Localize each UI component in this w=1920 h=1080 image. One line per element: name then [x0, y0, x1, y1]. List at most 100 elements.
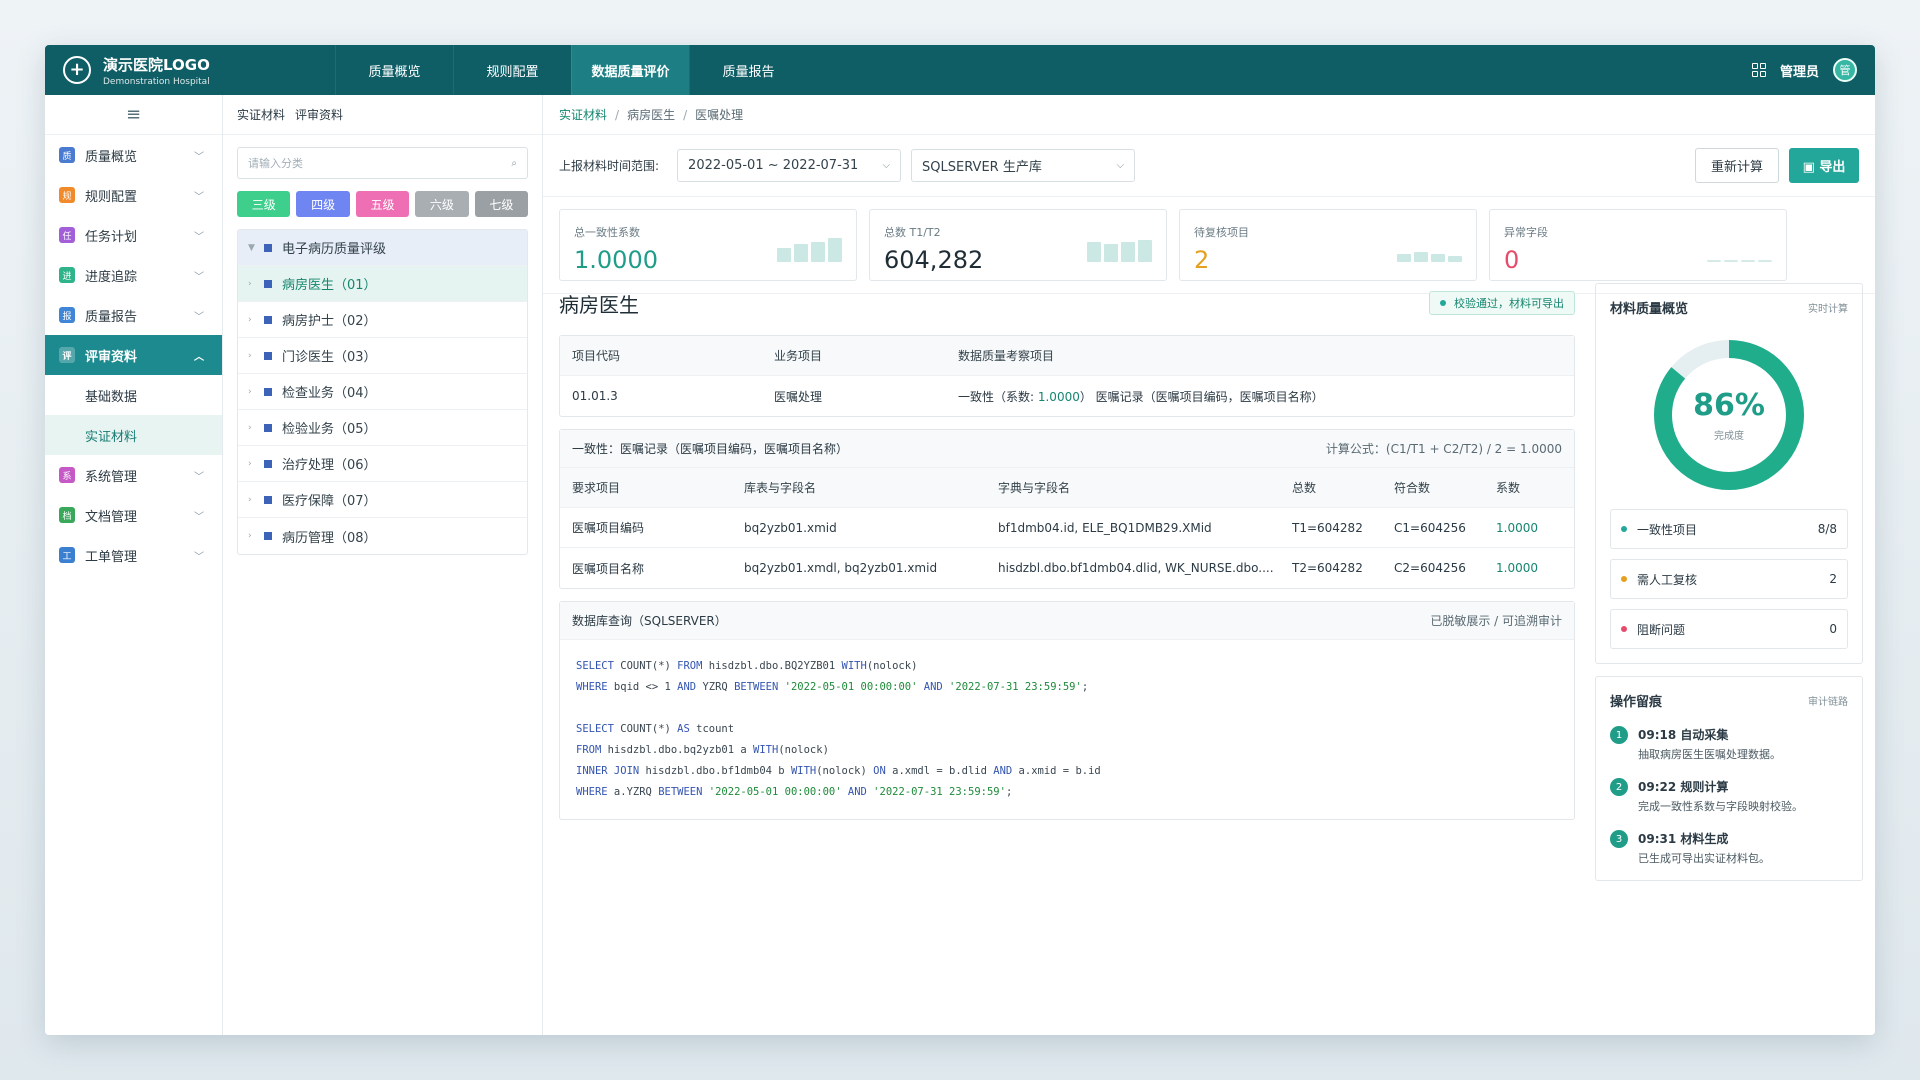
- rule-config-icon: 规: [59, 187, 75, 203]
- sidebar-sub-basic-data[interactable]: 基础数据: [45, 375, 222, 415]
- column-header: 字典与字段名: [998, 481, 1071, 495]
- folder-icon: [264, 315, 272, 324]
- breadcrumb-item[interactable]: 实证材料: [559, 106, 607, 123]
- chevron-down-icon: ﹀: [194, 511, 204, 523]
- overview-item[interactable]: 阻断问题 0: [1610, 609, 1848, 649]
- overview-item[interactable]: 需人工复核 2: [1610, 559, 1848, 599]
- folder-icon: [264, 459, 272, 468]
- consistency-table: 一致性：医嘱记录（医嘱项目编码，医嘱项目名称） 计算公式：(C1/T1 + C2…: [559, 429, 1575, 589]
- sidebar-item-rule-config[interactable]: 规规则配置 ﹀: [45, 175, 222, 215]
- chevron-right-icon[interactable]: ›: [248, 351, 262, 361]
- table-row: 医嘱项目编码 bq2yzb01.xmid bf1dmb04.id, ELE_BQ1D…: [560, 508, 1574, 548]
- level-button[interactable]: 四级: [296, 191, 350, 217]
- chevron-right-icon[interactable]: ›: [248, 531, 262, 541]
- tree-node-label: 医疗保障（07）: [282, 494, 377, 509]
- sidebar-item-review-materials[interactable]: 评评审资料 ︿: [45, 335, 222, 375]
- sparkline: [1087, 240, 1152, 262]
- stat-card: 待复核项目 2: [1179, 209, 1477, 281]
- avatar[interactable]: 管: [1833, 58, 1857, 82]
- sidebar-item-quality-overview[interactable]: 质质量概览 ﹀: [45, 135, 222, 175]
- table-cell: hisdzbl.dbo.bf1dmb04.dlid, WK_NURSE.dbo.…: [998, 561, 1274, 575]
- tree-node[interactable]: › 治疗处理（06）: [238, 446, 527, 482]
- project-table: 项目代码 业务项目 数据质量考察项目 01.01.3 医嘱处理 一致性（系数: …: [559, 335, 1575, 417]
- overview-title: 材料质量概览: [1610, 302, 1689, 317]
- chevron-right-icon[interactable]: ›: [248, 459, 262, 469]
- nav-data-quality-eval[interactable]: 数据质量评价: [571, 45, 689, 95]
- date-range-label: 上报材料时间范围:: [559, 159, 660, 173]
- table-cell: 1.0000: [1496, 520, 1538, 535]
- ticket-management-icon: 工: [59, 547, 75, 563]
- tree-root-label: 电子病历质量评级: [282, 242, 387, 257]
- sql-card: 数据库查询（SQLSERVER） 已脱敏展示 / 可追溯审计 SELECT CO…: [559, 601, 1575, 820]
- collapse-caret-icon[interactable]: ▼: [248, 243, 262, 253]
- column-header: 符合数: [1394, 481, 1431, 495]
- sidebar-item-label: 进度追踪: [85, 269, 138, 285]
- level-button[interactable]: 七级: [474, 191, 529, 217]
- chevron-right-icon[interactable]: ›: [248, 279, 262, 289]
- step-number: 1: [1610, 726, 1628, 744]
- step-desc: 已生成可导出实证材料包。: [1638, 852, 1770, 865]
- chevron-down-icon: ﹀: [194, 471, 204, 483]
- app-window: + 演示医院LOGO Demonstration Hospital 质量概览 规…: [45, 45, 1875, 1035]
- level-button[interactable]: 三级: [237, 191, 291, 217]
- sidebar-item-task-plan[interactable]: 任任务计划 ﹀: [45, 215, 222, 255]
- tree-node[interactable]: › 病历管理（08）: [238, 518, 527, 554]
- sidebar-item-label: 质量概览: [85, 149, 138, 165]
- tab-evidence[interactable]: 实证材料: [237, 106, 285, 123]
- apps-grid-icon[interactable]: [1751, 63, 1766, 77]
- log-step: 3 09:31 材料生成 已生成可导出实证材料包。: [1610, 830, 1848, 866]
- user-name[interactable]: 管理员: [1780, 61, 1819, 80]
- tab-review-materials[interactable]: 评审资料: [295, 106, 343, 123]
- logo[interactable]: + 演示医院LOGO Demonstration Hospital: [45, 45, 335, 95]
- nav-quality-report[interactable]: 质量报告: [689, 45, 807, 95]
- sidebar-item-ticket-management[interactable]: 工工单管理 ﹀: [45, 535, 222, 575]
- chevron-right-icon[interactable]: ›: [248, 423, 262, 433]
- tree-node[interactable]: › 检查业务（04）: [238, 374, 527, 410]
- menu-toggle-icon[interactable]: ≡: [45, 95, 222, 135]
- tree-node[interactable]: › 病房医生（01）: [238, 266, 527, 302]
- database-select[interactable]: SQLSERVER 生产库 ⌵: [911, 149, 1136, 182]
- category-search-input[interactable]: 请输入分类 ⌕: [237, 147, 528, 179]
- overview-item[interactable]: 一致性项目 8/8: [1610, 509, 1848, 549]
- stat-label: 待复核项目: [1194, 226, 1249, 239]
- tree-node[interactable]: › 医疗保障（07）: [238, 482, 527, 518]
- tree-node[interactable]: › 病房护士（02）: [238, 302, 527, 338]
- tree-node[interactable]: › 检验业务（05）: [238, 410, 527, 446]
- status-dot-icon: [1621, 526, 1627, 532]
- sparkline: [1707, 260, 1772, 262]
- level-button[interactable]: 五级: [355, 191, 410, 217]
- tree-node-label: 检查业务（04）: [282, 386, 377, 401]
- chevron-right-icon[interactable]: ›: [248, 495, 262, 505]
- tree-node[interactable]: › 门诊医生（03）: [238, 338, 527, 374]
- stat-card: 总一致性系数 1.0000: [559, 209, 857, 281]
- chevron-right-icon[interactable]: ›: [248, 387, 262, 397]
- chevron-down-icon: ⌵: [1116, 160, 1125, 171]
- sidebar-item-system-management[interactable]: 系系统管理 ﹀: [45, 455, 222, 495]
- column-header: 业务项目: [774, 349, 823, 363]
- search-icon[interactable]: ⌕: [511, 158, 517, 169]
- category-tree-panel: 实证材料 评审资料 请输入分类 ⌕ 三级 四级 五级 六级 七级 ▼ 电子病历质量评级 …: [223, 95, 543, 1035]
- system-management-icon: 系: [59, 467, 75, 483]
- chevron-down-icon: ﹀: [194, 191, 204, 203]
- recalculate-button[interactable]: 重新计算: [1695, 148, 1779, 183]
- sidebar-item-quality-report[interactable]: 报质量报告 ﹀: [45, 295, 222, 335]
- chevron-right-icon[interactable]: ›: [248, 315, 262, 325]
- sidebar-item-label: 评审资料: [85, 349, 138, 365]
- sidebar-item-document-management[interactable]: 档文档管理 ﹀: [45, 495, 222, 535]
- breadcrumb-item[interactable]: 病房医生: [627, 106, 675, 123]
- document-management-icon: 档: [59, 507, 75, 523]
- sidebar-sub-evidence[interactable]: 实证材料: [45, 415, 222, 455]
- step-title: 09:31 材料生成: [1638, 832, 1729, 846]
- top-bar: + 演示医院LOGO Demonstration Hospital 质量概览 规…: [45, 45, 1875, 95]
- stat-card: 异常字段 0: [1489, 209, 1787, 281]
- status-dot-icon: [1621, 626, 1627, 632]
- level-button[interactable]: 六级: [415, 191, 469, 217]
- tree-root[interactable]: ▼ 电子病历质量评级: [238, 230, 527, 266]
- table-cell: bq2yzb01.xmdl, bq2yzb01.xmid: [744, 561, 938, 575]
- export-button[interactable]: ▣ 导出: [1789, 148, 1859, 183]
- nav-rule-config[interactable]: 规则配置: [453, 45, 571, 95]
- table-cell: T2=604282: [1292, 561, 1363, 575]
- nav-quality-overview[interactable]: 质量概览: [335, 45, 453, 95]
- sidebar-item-progress-tracking[interactable]: 进进度追踪 ﹀: [45, 255, 222, 295]
- date-range-picker[interactable]: 2022-05-01 ~ 2022-07-31 ⌵: [677, 149, 902, 182]
